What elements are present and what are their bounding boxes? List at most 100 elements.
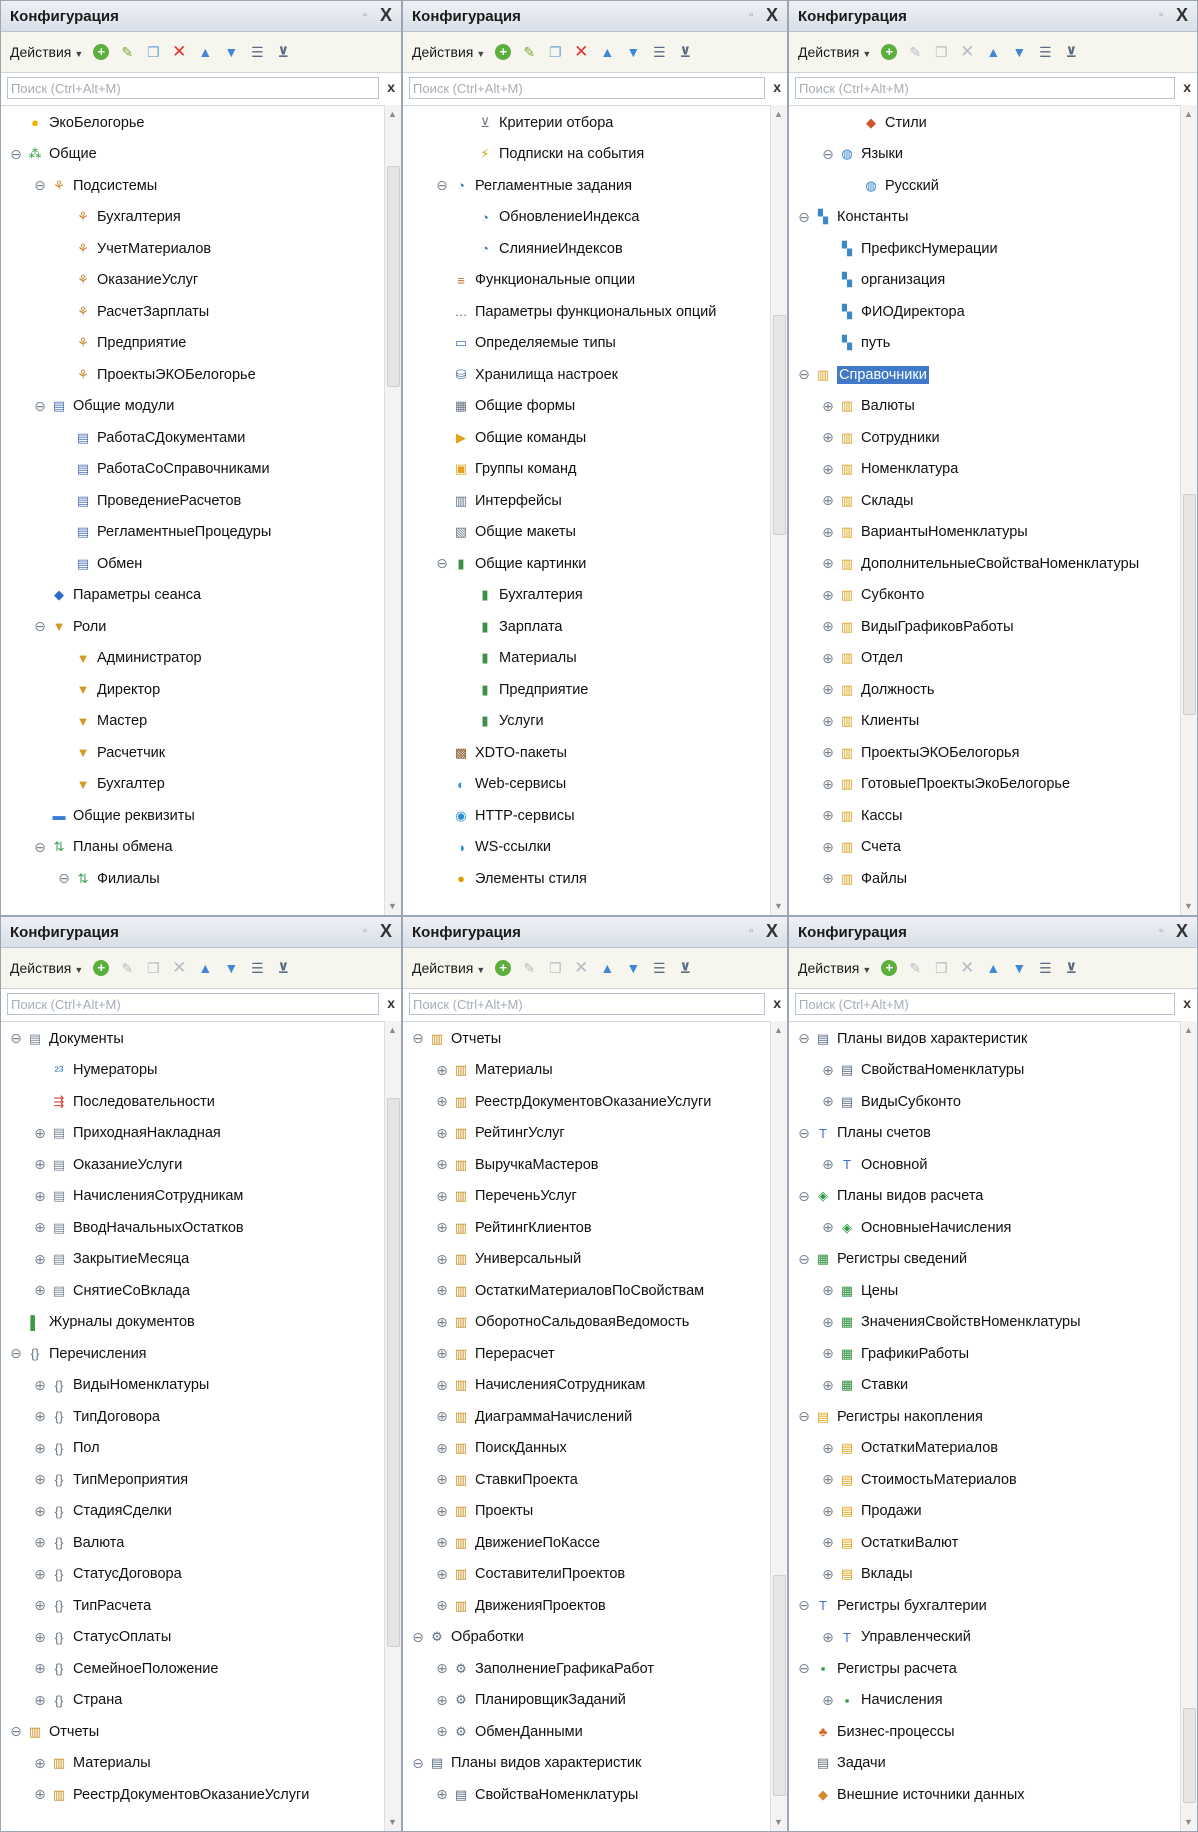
tree-item[interactable]: ⊕ ▥ ДиаграммаНачислений	[403, 1401, 787, 1433]
tree-item[interactable]: ⊕ ▤ ПриходнаяНакладная	[1, 1118, 401, 1150]
tree-item[interactable]: ⊕ ▥ ГотовыеПроектыЭкоБелогорье	[789, 769, 1197, 801]
tree-item[interactable]: ⊖ ▼ Роли	[1, 611, 401, 643]
delete-icon[interactable]: ✕	[573, 42, 589, 61]
scroll-up-icon[interactable]: ▲	[1184, 1025, 1193, 1035]
tree-item[interactable]: ⊕ ▥ Номенклатура	[789, 454, 1197, 486]
delete-icon[interactable]: ✕	[171, 42, 187, 61]
tree-item[interactable]: ⊕ ▥ Клиенты	[789, 706, 1197, 738]
expand-icon[interactable]: ⊕	[33, 1566, 47, 1582]
vertical-scrollbar[interactable]: ▲ ▼	[1180, 1021, 1197, 1831]
scrollbar-thumb[interactable]	[1183, 1707, 1196, 1804]
copy-icon[interactable]: ❐	[145, 44, 161, 60]
expand-icon[interactable]: ⊕	[435, 1786, 449, 1802]
tree-item[interactable]: ⚘ РасчетЗарплаты	[1, 296, 401, 328]
expand-icon[interactable]: ⊕	[821, 1093, 835, 1109]
vertical-scrollbar[interactable]: ▲ ▼	[384, 1021, 401, 1831]
tree-item[interactable]: ⚡ Подписки на события	[403, 139, 787, 171]
scroll-up-icon[interactable]: ▲	[388, 109, 397, 119]
expand-icon[interactable]: ⊕	[33, 1534, 47, 1550]
collapse-icon[interactable]: ⊖	[797, 1660, 811, 1676]
tree-item[interactable]: ⊕ ▥ Материалы	[1, 1748, 401, 1780]
tree-item[interactable]: ⊕ ▤ ОстаткиМатериалов	[789, 1433, 1197, 1465]
tree-item[interactable]: ▥ Интерфейсы	[403, 485, 787, 517]
expand-icon[interactable]: ⊕	[821, 1692, 835, 1708]
filter-icon[interactable]: ⊻	[1063, 44, 1079, 60]
move-down-icon[interactable]: ▼	[625, 44, 641, 60]
tree-item[interactable]: ▤ РаботаСДокументами	[1, 422, 401, 454]
tree-item[interactable]: ⊕ ▥ ДвижениеПоКассе	[403, 1527, 787, 1559]
tree-item[interactable]: ⊕ ▤ ОстаткиВалют	[789, 1527, 1197, 1559]
expand-icon[interactable]: ⊕	[821, 1156, 835, 1172]
expand-icon[interactable]: ⊕	[821, 1440, 835, 1456]
tree-item[interactable]: ⊕ ▤ ЗакрытиеМесяца	[1, 1244, 401, 1276]
tree-item[interactable]: ⊕ ▥ Отдел	[789, 643, 1197, 675]
tree-item[interactable]: ⊖ ⚙ Обработки	[403, 1622, 787, 1654]
add-icon[interactable]: +	[93, 44, 110, 60]
expand-icon[interactable]: ⊕	[435, 1660, 449, 1676]
actions-menu-button[interactable]: Действия ▼	[412, 44, 485, 60]
tree-item[interactable]: ▣ Группы команд	[403, 454, 787, 486]
tree-item[interactable]: ▚ организация	[789, 265, 1197, 297]
tree-item[interactable]: ⊕ {} Валюта	[1, 1527, 401, 1559]
tree-item[interactable]: ⊕ ▤ СнятиеСоВклада	[1, 1275, 401, 1307]
move-down-icon[interactable]: ▼	[223, 960, 239, 976]
tree-item[interactable]: ⊕ ▥ РеестрДокументовОказаниеУслуги	[403, 1086, 787, 1118]
tree-item[interactable]: ⊕ {} Пол	[1, 1433, 401, 1465]
tree-item[interactable]: ▩ XDTO-пакеты	[403, 737, 787, 769]
tree-item[interactable]: ⇶ Последовательности	[1, 1086, 401, 1118]
tree-item[interactable]: ⊕ T Основной	[789, 1149, 1197, 1181]
tree-item[interactable]: ⊕ {} ВидыНоменклатуры	[1, 1370, 401, 1402]
tree-item[interactable]: ⊕ ▥ ВариантыНоменклатуры	[789, 517, 1197, 549]
tree-item[interactable]: ⊕ ▥ ДвиженияПроектов	[403, 1590, 787, 1622]
clear-search-button[interactable]: x	[773, 79, 781, 95]
collapse-icon[interactable]: ⊖	[797, 366, 811, 382]
tree-item[interactable]: ▌ Журналы документов	[1, 1307, 401, 1339]
tree-item[interactable]: ⊕ ▥ Склады	[789, 485, 1197, 517]
tree-item[interactable]: ⊕ ▥ ВыручкаМастеров	[403, 1149, 787, 1181]
expand-icon[interactable]: ⊕	[821, 1219, 835, 1235]
tree-item[interactable]: ⊕ ▥ Универсальный	[403, 1244, 787, 1276]
add-icon[interactable]: +	[93, 960, 110, 976]
tree-item[interactable]: ▚ путь	[789, 328, 1197, 360]
actions-menu-button[interactable]: Действия ▼	[10, 960, 83, 976]
expand-icon[interactable]: ⊕	[435, 1534, 449, 1550]
tree-item[interactable]: ⊕ ▤ Продажи	[789, 1496, 1197, 1528]
tree-item[interactable]: ⊕ ▤ Вклады	[789, 1559, 1197, 1591]
expand-icon[interactable]: ⊕	[821, 713, 835, 729]
clear-search-button[interactable]: x	[773, 995, 781, 1011]
tree-item[interactable]: ⊕ ▤ СвойстваНоменклатуры	[403, 1779, 787, 1811]
tree-item[interactable]: ⊖ ▥ Справочники	[789, 359, 1197, 391]
collapse-icon[interactable]: ⊖	[33, 618, 47, 634]
expand-icon[interactable]: ⊕	[33, 1282, 47, 1298]
tree-item[interactable]: ⊕ ▥ ДополнительныеСвойстваНоменклатуры	[789, 548, 1197, 580]
add-icon[interactable]: +	[495, 960, 512, 976]
expand-icon[interactable]: ⊕	[435, 1377, 449, 1393]
list-icon[interactable]: ☰	[249, 44, 265, 60]
pin-icon[interactable]: ▫	[749, 925, 753, 937]
actions-menu-button[interactable]: Действия ▼	[798, 960, 871, 976]
tree-item[interactable]: ⊕ ▥ ВидыГрафиковРаботы	[789, 611, 1197, 643]
expand-icon[interactable]: ⊕	[821, 1503, 835, 1519]
tree-item[interactable]: ⛁ Хранилища настроек	[403, 359, 787, 391]
collapse-icon[interactable]: ⊖	[411, 1629, 425, 1645]
tree-item[interactable]: ⊕ {} СемейноеПоложение	[1, 1653, 401, 1685]
tree-item[interactable]: ◆ Стили	[789, 107, 1197, 139]
search-input[interactable]	[409, 993, 765, 1015]
tree-item[interactable]: ⊕ ▤ ВидыСубконто	[789, 1086, 1197, 1118]
tree-item[interactable]: ⊕ ▥ СоставителиПроектов	[403, 1559, 787, 1591]
tree-item[interactable]: ◍ Русский	[789, 170, 1197, 202]
expand-icon[interactable]: ⊕	[435, 1219, 449, 1235]
expand-icon[interactable]: ⊕	[33, 1251, 47, 1267]
move-up-icon[interactable]: ▲	[985, 960, 1001, 976]
collapse-icon[interactable]: ⊖	[9, 146, 23, 162]
tree-item[interactable]: ▮ Услуги	[403, 706, 787, 738]
copy-icon[interactable]: ❐	[547, 960, 563, 976]
add-icon[interactable]: +	[881, 960, 898, 976]
tree-item[interactable]: ⊖ T Регистры бухгалтерии	[789, 1590, 1197, 1622]
copy-icon[interactable]: ❐	[933, 960, 949, 976]
add-icon[interactable]: +	[495, 44, 512, 60]
tree-item[interactable]: ⊕ {} СтатусОплаты	[1, 1622, 401, 1654]
move-down-icon[interactable]: ▼	[625, 960, 641, 976]
tree-item[interactable]: ⊕ ▥ ОборотноСальдоваяВедомость	[403, 1307, 787, 1339]
search-input[interactable]	[7, 77, 379, 99]
